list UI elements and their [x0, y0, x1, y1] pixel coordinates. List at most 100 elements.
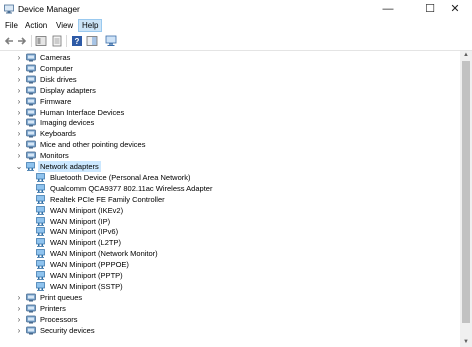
- device-label: WAN Miniport (IPv6): [50, 227, 119, 237]
- expand-chevron-icon[interactable]: ›: [15, 314, 23, 325]
- tree-category[interactable]: › Mice and other pointing devices: [0, 139, 460, 150]
- forward-arrow-icon[interactable]: [16, 35, 28, 47]
- vertical-scrollbar[interactable]: ▲ ▼: [460, 51, 472, 347]
- expand-chevron-icon[interactable]: ›: [15, 117, 23, 128]
- device-label: WAN Miniport (SSTP): [50, 281, 123, 291]
- tree-category[interactable]: › Human Interface Devices: [0, 107, 460, 118]
- help-icon[interactable]: ?: [71, 35, 83, 47]
- menu-file[interactable]: File: [2, 19, 21, 32]
- tree-category[interactable]: › Cameras: [0, 52, 460, 63]
- tree-category[interactable]: › Monitors: [0, 150, 460, 161]
- menu-bar: File Action View Help: [0, 19, 472, 32]
- network-adapter-icon: [36, 173, 45, 182]
- network-adapter-item[interactable]: Realtek PCIe FE Family Controller: [0, 194, 460, 205]
- expand-chevron-icon[interactable]: ›: [15, 96, 23, 107]
- category-label: Imaging devices: [40, 118, 95, 128]
- network-adapter-item[interactable]: WAN Miniport (PPPOE): [0, 259, 460, 270]
- network-adapter-icon: [36, 260, 45, 269]
- network-adapter-item[interactable]: WAN Miniport (L2TP): [0, 237, 460, 248]
- network-adapter-item[interactable]: Bluetooth Device (Personal Area Network): [0, 172, 460, 183]
- category-label: Network adapters: [38, 161, 101, 172]
- network-adapter-icon: [36, 194, 45, 204]
- menu-help[interactable]: Help: [78, 19, 103, 32]
- expand-chevron-icon[interactable]: ›: [15, 63, 23, 74]
- tree-category[interactable]: › Computer: [0, 63, 460, 74]
- device-tree[interactable]: › Cameras › Computer › Disk drives › Display ad…: [0, 51, 460, 347]
- category-label: Display adapters: [40, 85, 96, 95]
- tree-category[interactable]: › Keyboards: [0, 128, 460, 139]
- expand-chevron-icon[interactable]: ›: [15, 139, 23, 150]
- document-list-icon[interactable]: [51, 35, 63, 47]
- tree-category[interactable]: › Printers: [0, 303, 460, 314]
- tree-category[interactable]: › Print queues: [0, 292, 460, 303]
- device-label: WAN Miniport (IP): [50, 216, 111, 226]
- device-label: WAN Miniport (PPTP): [50, 271, 123, 280]
- back-arrow-icon[interactable]: [3, 35, 15, 47]
- keyboard-icon: [26, 129, 36, 138]
- category-label: Computer: [40, 63, 73, 73]
- scroll-down-button[interactable]: ▼: [460, 338, 472, 347]
- title-bar: Device Manager — ☐ ✕: [0, 0, 472, 19]
- processor-icon: [26, 315, 36, 324]
- expand-chevron-icon[interactable]: ›: [15, 303, 23, 314]
- device-label: Bluetooth Device (Personal Area Network): [50, 172, 191, 182]
- tree-category[interactable]: › Disk drives: [0, 74, 460, 85]
- category-label: Print queues: [40, 292, 83, 302]
- expand-chevron-icon[interactable]: ›: [15, 292, 23, 303]
- device-label: WAN Miniport (L2TP): [50, 238, 121, 248]
- network-adapter-icon: [36, 183, 45, 193]
- menu-action[interactable]: Action: [22, 19, 50, 32]
- network-adapter-item[interactable]: WAN Miniport (PPTP): [0, 270, 460, 281]
- category-label: Keyboards: [40, 129, 76, 139]
- camera-icon: [26, 53, 36, 62]
- network-adapter-item[interactable]: WAN Miniport (IP): [0, 216, 460, 227]
- network-adapter-icon: [36, 205, 45, 215]
- scroll-up-button[interactable]: ▲: [460, 51, 472, 60]
- tree-category-network-adapters[interactable]: ⌄ Network adapters: [0, 161, 460, 172]
- hid-icon: [26, 108, 36, 116]
- network-adapter-item[interactable]: WAN Miniport (Network Monitor): [0, 248, 460, 259]
- toolbar-separator: [31, 35, 32, 47]
- tree-category[interactable]: › Firmware: [0, 96, 460, 107]
- network-adapter-item[interactable]: Qualcomm QCA9377 802.11ac Wireless Adapt…: [0, 183, 460, 194]
- scrollbar-thumb[interactable]: [462, 61, 470, 323]
- toolbar: ?: [0, 32, 472, 51]
- expand-chevron-icon[interactable]: ›: [15, 128, 23, 139]
- print-queue-icon: [26, 293, 36, 302]
- tree-category[interactable]: › Security devices: [0, 325, 460, 336]
- properties-icon[interactable]: [35, 35, 47, 47]
- imaging-icon: [26, 119, 36, 127]
- category-label: Disk drives: [40, 74, 77, 84]
- security-device-icon: [26, 326, 36, 334]
- expand-chevron-icon[interactable]: ›: [15, 107, 23, 118]
- close-button[interactable]: ✕: [438, 0, 472, 19]
- device-label: Realtek PCIe FE Family Controller: [50, 194, 165, 204]
- expand-chevron-icon[interactable]: ›: [15, 74, 23, 85]
- expand-chevron-icon[interactable]: ›: [15, 85, 23, 96]
- category-label: Printers: [40, 303, 66, 313]
- mouse-icon: [26, 140, 36, 149]
- action-pane-icon[interactable]: [86, 35, 98, 47]
- display-adapter-icon: [26, 86, 36, 95]
- toolbar-separator: [66, 35, 67, 47]
- menu-view[interactable]: View: [53, 19, 76, 32]
- network-adapter-icon: [36, 271, 45, 280]
- category-label: Security devices: [40, 325, 95, 335]
- device-label: WAN Miniport (Network Monitor): [50, 249, 158, 259]
- expand-chevron-icon[interactable]: ›: [15, 325, 23, 336]
- tree-category[interactable]: › Imaging devices: [0, 117, 460, 128]
- network-adapter-icon: [36, 249, 45, 258]
- tree-category[interactable]: › Processors: [0, 314, 460, 325]
- network-adapter-item[interactable]: WAN Miniport (IPv6): [0, 226, 460, 237]
- expand-chevron-icon[interactable]: ›: [15, 52, 23, 63]
- category-label: Monitors: [40, 151, 69, 161]
- collapse-chevron-icon[interactable]: ⌄: [15, 161, 23, 172]
- network-adapter-icon: [36, 282, 45, 291]
- minimize-button[interactable]: —: [371, 0, 405, 19]
- network-adapter-item[interactable]: WAN Miniport (IKEv2): [0, 205, 460, 216]
- tree-category[interactable]: › Display adapters: [0, 85, 460, 96]
- expand-chevron-icon[interactable]: ›: [15, 150, 23, 161]
- scan-hardware-icon[interactable]: [105, 35, 117, 47]
- network-adapter-item[interactable]: WAN Miniport (SSTP): [0, 281, 460, 292]
- category-label: Firmware: [40, 96, 72, 106]
